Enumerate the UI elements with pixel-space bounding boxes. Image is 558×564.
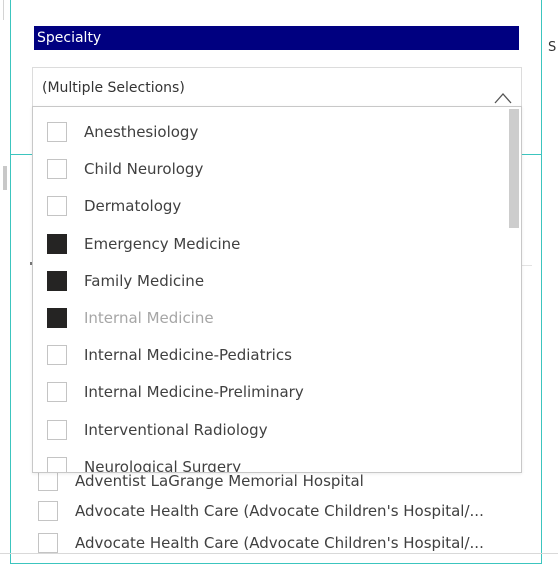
checkbox-icon[interactable]: [38, 533, 58, 553]
option-label: Dermatology: [84, 197, 182, 215]
option-label: Internal Medicine-Pediatrics: [84, 346, 292, 364]
scrollbar-thumb[interactable]: [509, 109, 519, 228]
checkbox-icon[interactable]: [47, 159, 67, 179]
chevron-up-icon[interactable]: [493, 81, 513, 104]
option-label: Child Neurology: [84, 160, 204, 178]
list-item[interactable]: Adventist LaGrange Memorial Hospital: [38, 470, 364, 492]
hospital-option-label: Advocate Health Care (Advocate Children'…: [75, 502, 484, 520]
right-gutter: [542, 0, 558, 558]
option-label: Emergency Medicine: [84, 235, 241, 253]
page-edge-line: [3, 0, 4, 20]
checkbox-icon[interactable]: [47, 420, 67, 440]
list-item[interactable]: Neurological Surgery: [47, 452, 242, 473]
dropdown-selected-value: (Multiple Selections): [42, 80, 185, 96]
list-item[interactable]: Internal Medicine-Pediatrics: [47, 340, 292, 370]
option-label: Anesthesiology: [84, 123, 199, 141]
checkbox-icon[interactable]: [47, 234, 67, 254]
list-item[interactable]: Emergency Medicine: [47, 229, 240, 259]
checkbox-icon[interactable]: [47, 308, 67, 328]
list-item[interactable]: Advocate Health Care (Advocate Children'…: [38, 500, 484, 522]
list-item[interactable]: Interventional Radiology: [47, 415, 268, 445]
list-item[interactable]: Dermatology: [47, 191, 181, 221]
hospital-option-label: Adventist LaGrange Memorial Hospital: [75, 472, 364, 490]
option-label: Family Medicine: [84, 272, 205, 290]
list-item[interactable]: Internal Medicine-Preliminary: [47, 377, 304, 407]
list-item[interactable]: Anesthesiology: [47, 117, 198, 147]
hospital-option-label: Advocate Health Care (Advocate Children'…: [75, 534, 484, 552]
list-item[interactable]: Family Medicine: [47, 266, 204, 296]
list-item[interactable]: Internal Medicine: [47, 303, 214, 333]
checkbox-icon[interactable]: [47, 122, 67, 142]
option-label: Internal Medicine-Preliminary: [84, 383, 304, 401]
checkbox-icon[interactable]: [47, 345, 67, 365]
option-label: Interventional Radiology: [84, 421, 268, 439]
checkbox-icon[interactable]: [38, 471, 58, 491]
checkbox-icon[interactable]: [47, 382, 67, 402]
checkbox-icon[interactable]: [47, 457, 67, 472]
slicer-header: Specialty: [34, 26, 519, 50]
list-item[interactable]: Advocate Health Care (Advocate Children'…: [38, 532, 484, 554]
option-label: Internal Medicine: [84, 309, 214, 327]
specialty-dropdown[interactable]: (Multiple Selections): [32, 67, 522, 107]
panel-resize-handle[interactable]: [3, 166, 7, 190]
specialty-options-list[interactable]: Anesthesiology Child Neurology Dermatolo…: [32, 106, 522, 473]
option-label: Neurological Surgery: [84, 458, 242, 473]
checkbox-icon[interactable]: [38, 501, 58, 521]
list-item[interactable]: Child Neurology: [47, 154, 203, 184]
adjacent-visual-label: S: [548, 40, 557, 55]
checkbox-icon[interactable]: [47, 271, 67, 291]
checkbox-icon[interactable]: [47, 196, 67, 216]
